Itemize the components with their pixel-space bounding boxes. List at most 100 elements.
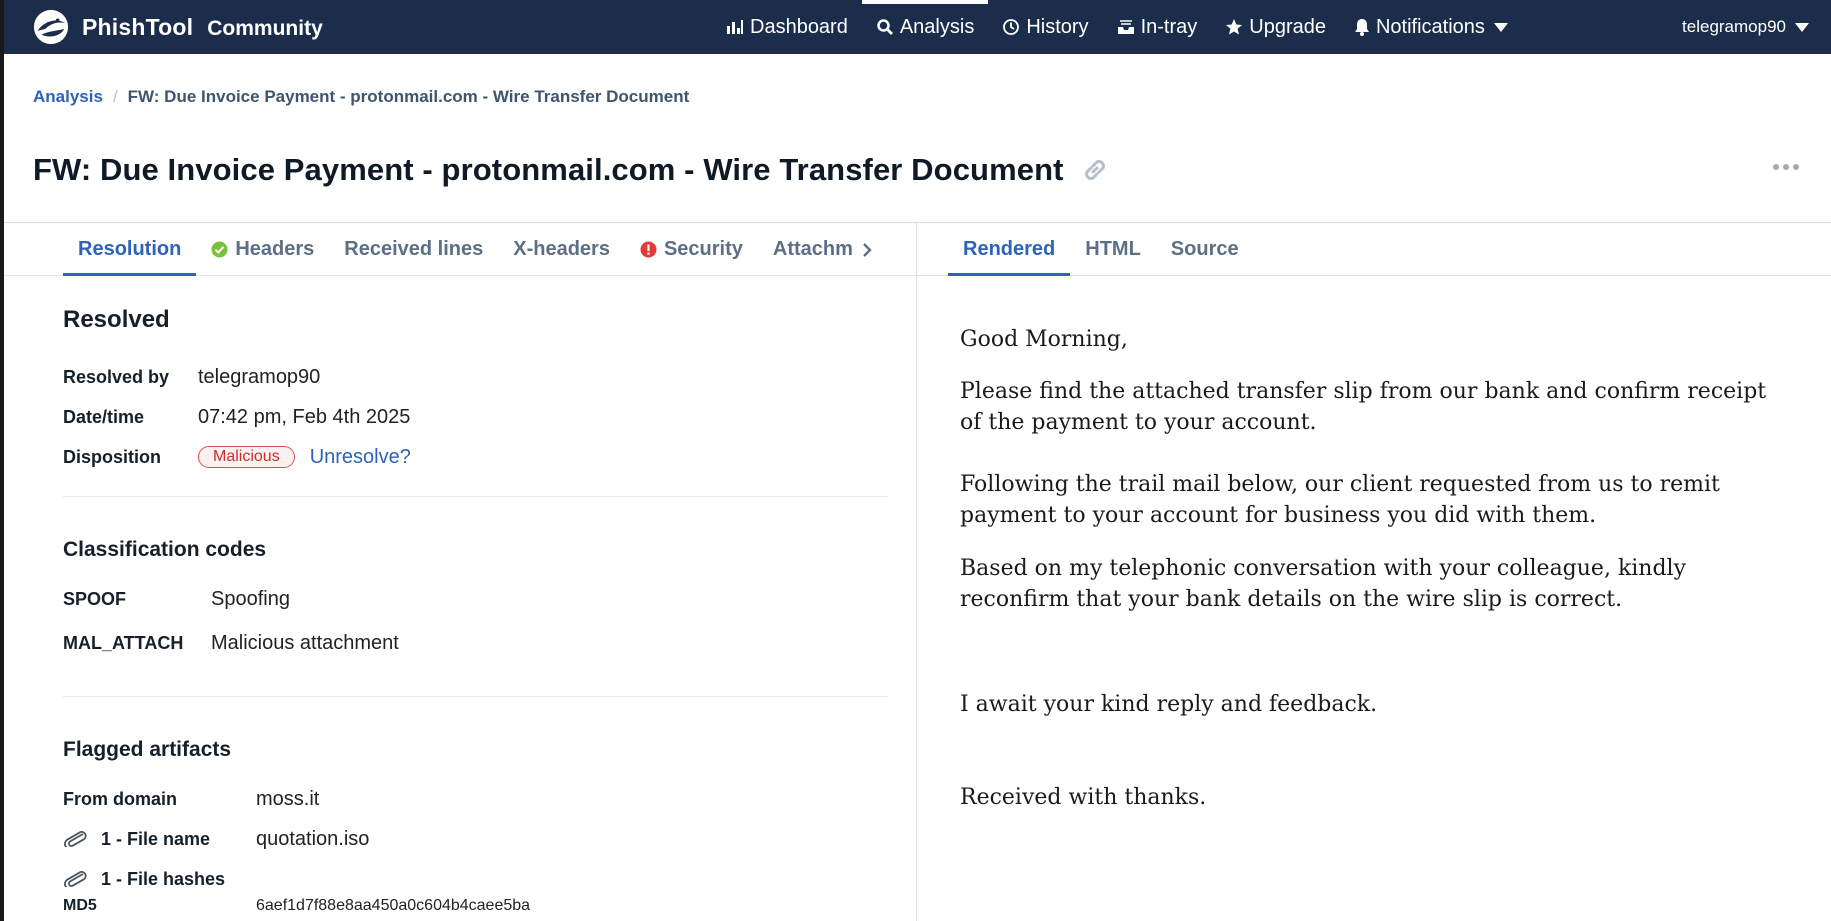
section-divider [63,696,888,697]
email-paragraph: Based on my telephonic conversation with… [960,556,1687,612]
tab-html[interactable]: HTML [1070,223,1156,276]
file-name-row: 1 - File name quotation.iso [63,819,369,859]
classification-code-row: MAL_ATTACH Malicious attachment [63,623,399,663]
classification-code: SPOOF [63,588,127,609]
tab-source[interactable]: Source [1156,223,1254,276]
tab-headers-label: Headers [235,238,315,260]
nav-dashboard-label: Dashboard [750,15,848,38]
resolved-by-label: Resolved by [63,366,170,387]
email-paragraph: I await your kind reply and feedback. [960,692,1378,717]
breadcrumb: Analysis / FW: Due Invoice Payment - pro… [33,87,689,107]
datetime-row: Date/time 07:42 pm, Feb 4th 2025 [63,397,410,437]
bell-icon [1354,19,1369,36]
breadcrumb-current: FW: Due Invoice Payment - protonmail.com… [127,87,690,106]
tab-resolution[interactable]: Resolution [63,223,197,276]
email-paragraph: Good Morning, [960,327,1128,352]
classification-desc: Spoofing [211,587,290,610]
more-options-icon[interactable] [1773,164,1799,170]
tab-attachments-label: Attachm [772,238,853,260]
brand-name: PhishTool [82,13,194,40]
window-edge [0,0,4,921]
username: telegramop90 [1682,17,1786,36]
paperclip-icon [64,871,87,887]
disposition-badge: Malicious [198,446,295,468]
classification-code-row: SPOOF Spoofing [63,579,290,619]
breadcrumb-separator: / [112,87,118,106]
bar-chart-icon [727,20,743,34]
analysis-tabs: Resolution Headers Received lines X-head… [63,223,873,276]
tabs-scroll-right[interactable] [861,223,873,276]
alert-circle-icon [640,241,657,258]
breadcrumb-analysis-link[interactable]: Analysis [33,87,103,107]
md5-value: 6aef1d7f88e8aa450a0c604b4caee5ba [256,897,531,914]
tab-received-lines-label: Received lines [344,238,484,260]
tab-attachments[interactable]: Attachm [758,223,861,276]
tab-html-label: HTML [1085,238,1141,260]
resolved-by-row: Resolved by telegramop90 [63,357,320,397]
tab-headers[interactable]: Headers [196,223,329,276]
classification-code: MAL_ATTACH [63,632,184,653]
classification-title: Classification codes [63,538,267,561]
classification-desc: Malicious attachment [211,631,399,654]
tab-received-lines[interactable]: Received lines [329,223,498,276]
inbox-icon [1117,20,1134,34]
nav-history[interactable]: History [988,0,1102,54]
resolved-by-value: telegramop90 [198,365,321,388]
search-icon [877,19,893,35]
artifacts-title: Flagged artifacts [63,738,232,761]
nav-history-label: History [1026,15,1089,38]
link-icon[interactable] [1080,155,1110,185]
panel-divider [916,222,917,921]
md5-row: MD5 6aef1d7f88e8aa450a0c604b4caee5ba [63,891,530,921]
user-menu[interactable]: telegramop90 [1682,0,1809,54]
datetime-value: 07:42 pm, Feb 4th 2025 [198,405,411,428]
nav-intray[interactable]: In-tray [1103,0,1212,54]
phishtool-logo-icon [33,9,69,45]
star-icon [1226,19,1243,35]
brand[interactable]: PhishTool Community [32,8,323,46]
check-circle-icon [211,241,228,258]
unresolve-link[interactable]: Unresolve? [310,446,411,469]
nav-upgrade[interactable]: Upgrade [1211,0,1340,54]
chevron-right-icon [863,242,872,257]
tab-security-label: Security [663,238,743,260]
nav-menu: Dashboard Analysis History In-tray Upgra… [712,0,1522,54]
chevron-down-icon [1493,22,1508,32]
email-paragraph: Following the trail mail below, our clie… [960,472,1720,528]
tab-source-label: Source [1170,238,1239,260]
nav-analysis-label: Analysis [899,15,975,38]
nav-intray-label: In-tray [1140,15,1198,38]
title-row: FW: Due Invoice Payment - protonmail.com… [33,152,1110,188]
email-paragraph: Received with thanks. [960,785,1207,810]
view-tabs: Rendered HTML Source [948,223,1254,276]
section-divider [63,496,888,497]
chevron-down-icon [1795,22,1809,32]
tab-rendered-label: Rendered [963,238,1056,260]
datetime-label: Date/time [63,406,145,427]
tab-resolution-label: Resolution [78,238,182,260]
nav-analysis[interactable]: Analysis [861,0,989,54]
file-name-value: quotation.iso [256,827,370,850]
file-hashes-label: 1 - File hashes [101,868,226,889]
disposition-row: Disposition Malicious Unresolve? [63,437,411,477]
email-paragraph: Please find the attached transfer slip f… [960,379,1767,435]
nav-dashboard[interactable]: Dashboard [712,0,862,54]
from-domain-value: moss.it [256,787,320,810]
nav-notifications-label: Notifications [1375,15,1485,38]
nav-upgrade-label: Upgrade [1249,15,1326,38]
page-title: FW: Due Invoice Payment - protonmail.com… [33,152,1064,187]
brand-edition: Community [207,16,323,40]
tab-security[interactable]: Security [625,223,758,276]
file-name-label: 1 - File name [101,828,211,849]
tab-x-headers-label: X-headers [513,238,610,260]
md5-label: MD5 [63,897,97,914]
paperclip-icon [64,831,87,847]
clock-icon [1003,19,1020,35]
resolution-title: Resolved [63,306,170,333]
nav-notifications[interactable]: Notifications [1340,0,1522,54]
tab-rendered[interactable]: Rendered [948,223,1071,276]
from-domain-row: From domain moss.it [63,779,319,819]
top-navbar: PhishTool Community Dashboard Analysis H… [0,0,1831,54]
from-domain-label: From domain [63,788,178,809]
tab-x-headers[interactable]: X-headers [498,223,625,276]
